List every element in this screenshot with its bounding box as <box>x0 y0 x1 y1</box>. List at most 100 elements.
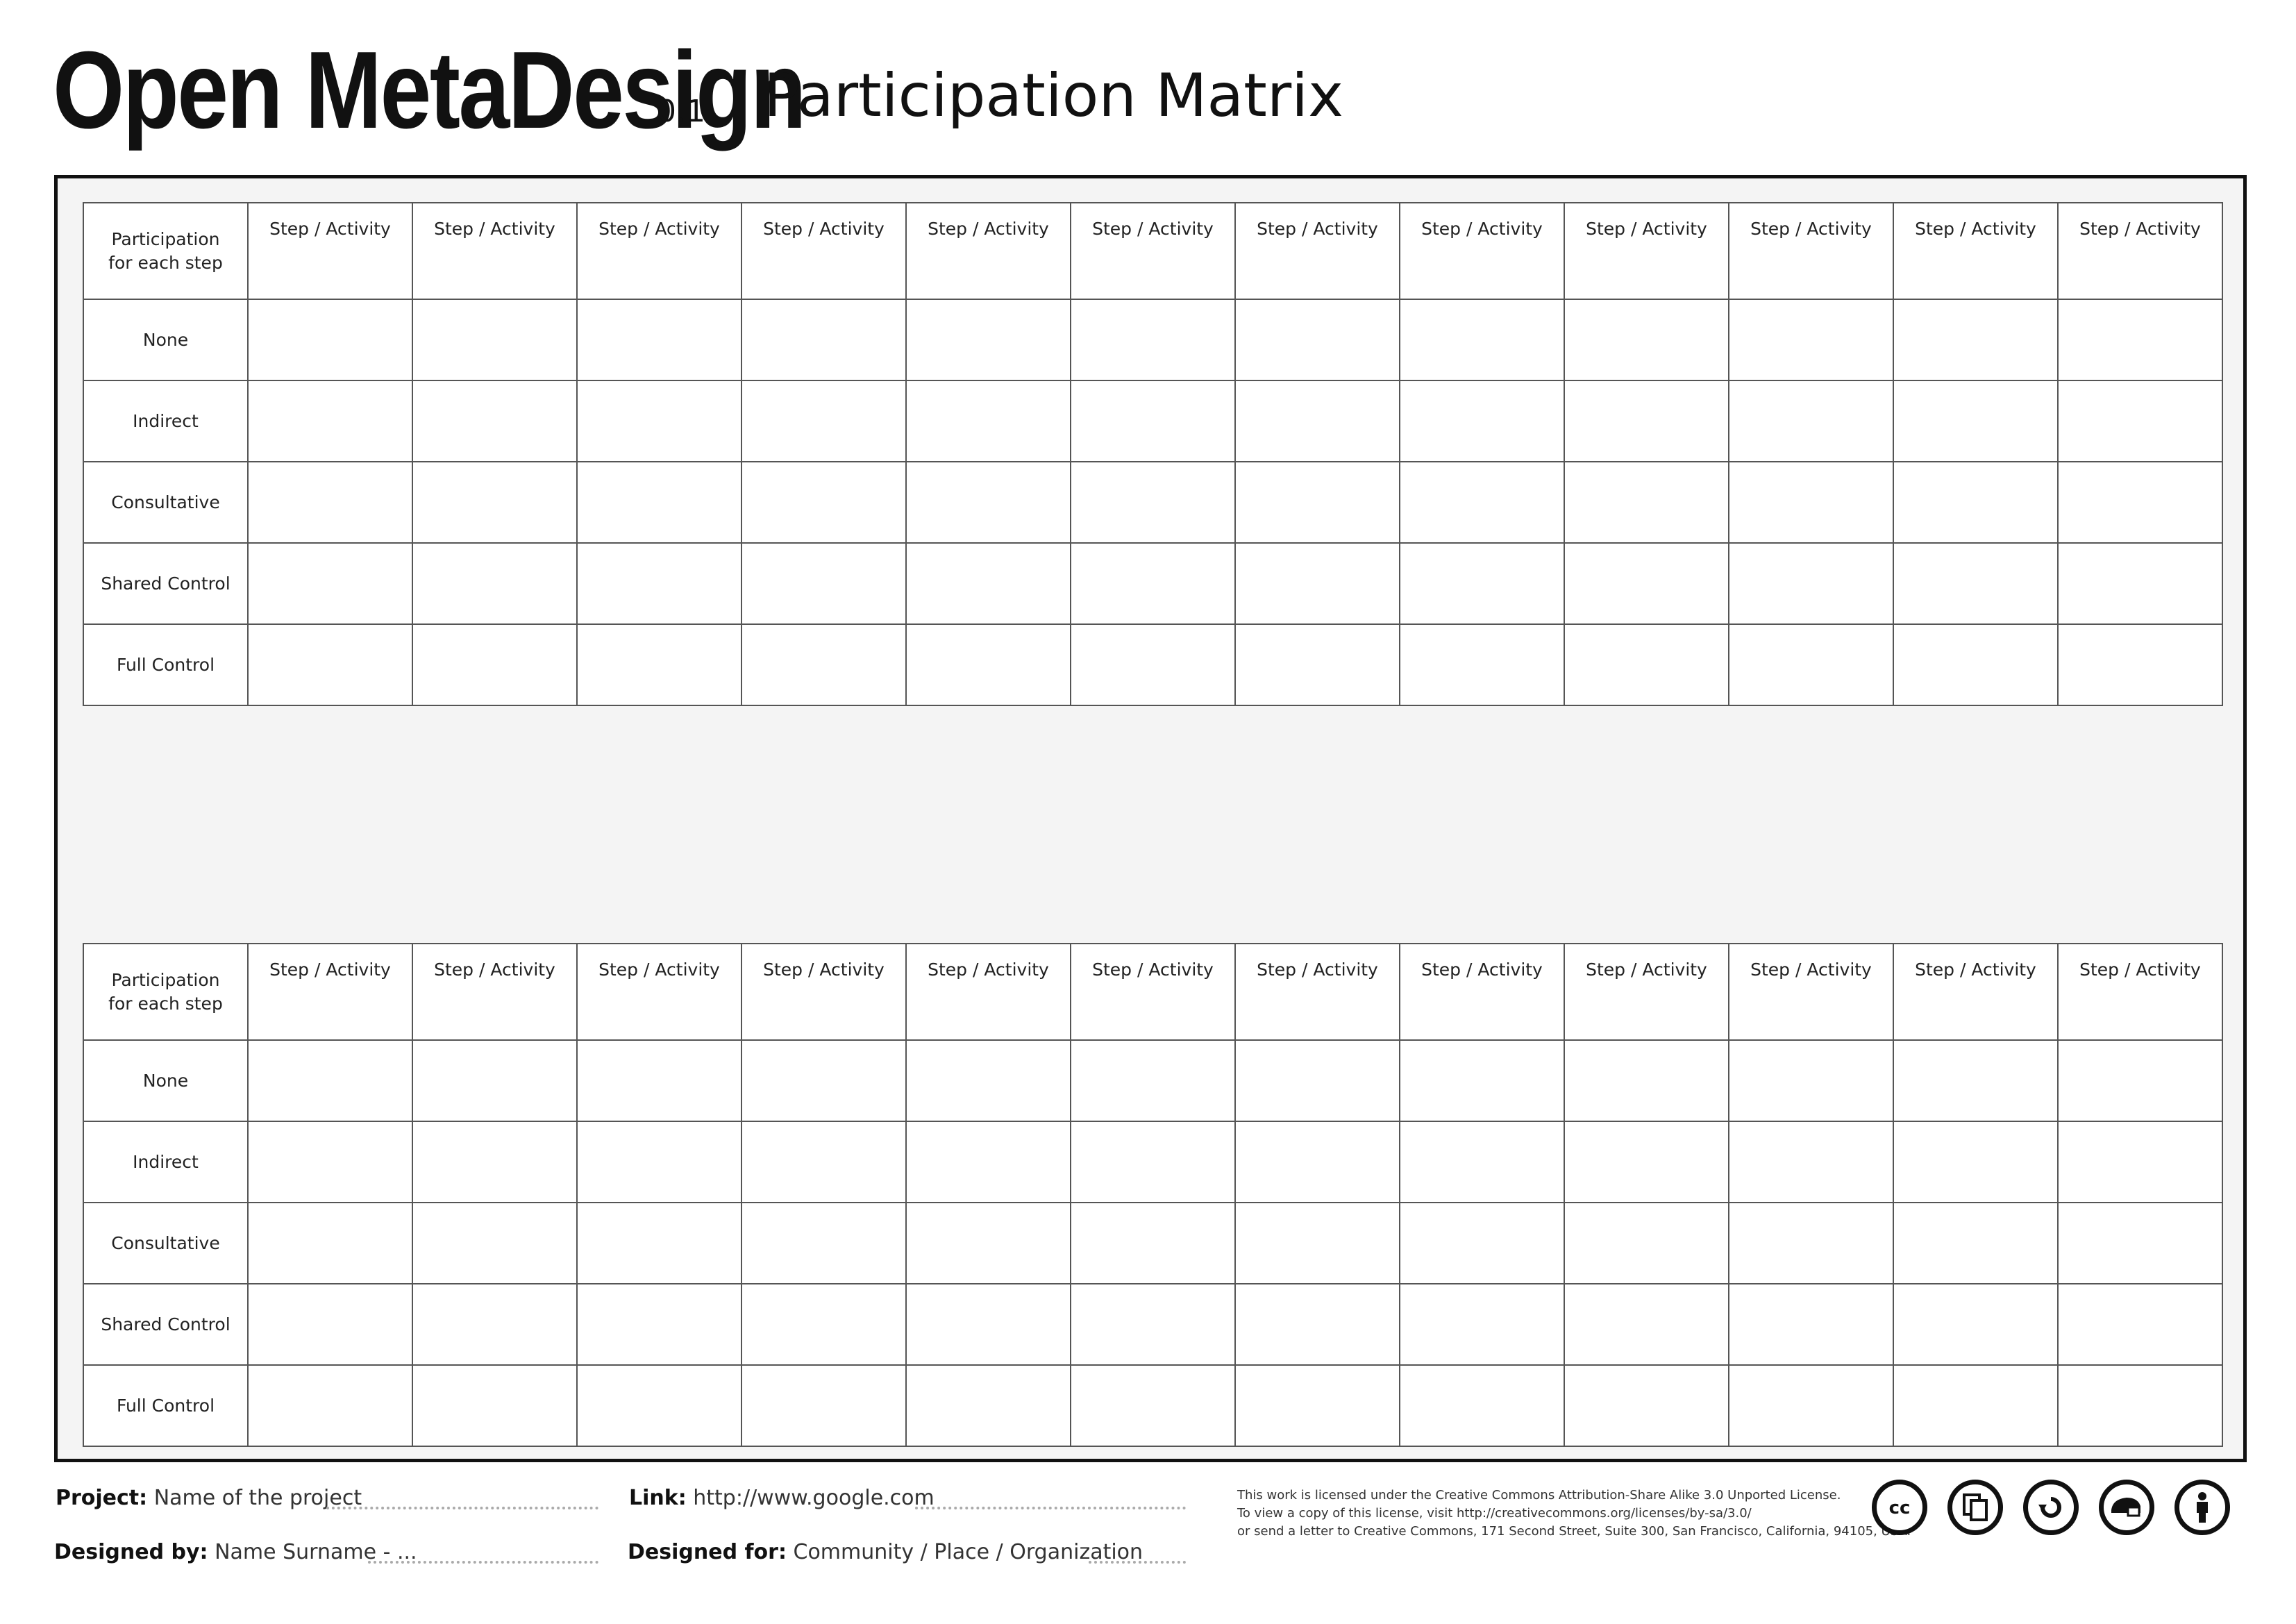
matrix-cell[interactable] <box>247 1121 413 1203</box>
step-header[interactable]: Step / Activity <box>576 943 742 1041</box>
matrix-cell[interactable] <box>2057 1121 2223 1203</box>
matrix-cell[interactable] <box>1070 1121 1236 1203</box>
matrix-cell[interactable] <box>905 1283 1071 1366</box>
matrix-cell[interactable] <box>576 623 742 706</box>
step-header[interactable]: Step / Activity <box>247 943 413 1041</box>
matrix-cell[interactable] <box>741 1039 907 1122</box>
matrix-cell[interactable] <box>1564 1202 1729 1284</box>
matrix-cell[interactable] <box>741 623 907 706</box>
matrix-cell[interactable] <box>1234 1283 1400 1366</box>
matrix-cell[interactable] <box>2057 542 2223 625</box>
matrix-cell[interactable] <box>741 1202 907 1284</box>
matrix-cell[interactable] <box>1728 299 1894 381</box>
step-header[interactable]: Step / Activity <box>2057 202 2223 300</box>
step-header[interactable]: Step / Activity <box>905 202 1071 300</box>
matrix-cell[interactable] <box>1234 380 1400 462</box>
matrix-cell[interactable] <box>1070 1364 1236 1447</box>
matrix-cell[interactable] <box>1399 542 1565 625</box>
matrix-cell[interactable] <box>1893 1121 2059 1203</box>
matrix-cell[interactable] <box>1234 623 1400 706</box>
matrix-cell[interactable] <box>1564 299 1729 381</box>
step-header[interactable]: Step / Activity <box>1234 202 1400 300</box>
matrix-cell[interactable] <box>1070 1039 1236 1122</box>
step-header[interactable]: Step / Activity <box>2057 943 2223 1041</box>
matrix-cell[interactable] <box>247 1283 413 1366</box>
link-value[interactable]: http://www.google.com <box>693 1486 935 1510</box>
matrix-cell[interactable] <box>247 1364 413 1447</box>
step-header[interactable]: Step / Activity <box>1399 202 1565 300</box>
matrix-cell[interactable] <box>1399 380 1565 462</box>
matrix-cell[interactable] <box>1564 542 1729 625</box>
matrix-cell[interactable] <box>576 299 742 381</box>
matrix-cell[interactable] <box>1564 623 1729 706</box>
matrix-cell[interactable] <box>741 542 907 625</box>
matrix-cell[interactable] <box>1893 1039 2059 1122</box>
matrix-cell[interactable] <box>1893 299 2059 381</box>
step-header[interactable]: Step / Activity <box>412 943 578 1041</box>
matrix-cell[interactable] <box>2057 299 2223 381</box>
matrix-cell[interactable] <box>1564 1283 1729 1366</box>
matrix-cell[interactable] <box>1234 299 1400 381</box>
matrix-cell[interactable] <box>905 380 1071 462</box>
matrix-cell[interactable] <box>576 1202 742 1284</box>
step-header[interactable]: Step / Activity <box>1070 202 1236 300</box>
matrix-cell[interactable] <box>1399 299 1565 381</box>
matrix-cell[interactable] <box>412 542 578 625</box>
matrix-cell[interactable] <box>576 1039 742 1122</box>
matrix-cell[interactable] <box>1234 1039 1400 1122</box>
matrix-cell[interactable] <box>412 1039 578 1122</box>
step-header[interactable]: Step / Activity <box>247 202 413 300</box>
matrix-cell[interactable] <box>905 299 1071 381</box>
link-field[interactable]: Link: http://www.google.com <box>629 1486 935 1510</box>
matrix-cell[interactable] <box>576 542 742 625</box>
matrix-cell[interactable] <box>905 542 1071 625</box>
matrix-cell[interactable] <box>1070 380 1236 462</box>
matrix-cell[interactable] <box>1564 461 1729 544</box>
matrix-cell[interactable] <box>1070 1283 1236 1366</box>
step-header[interactable]: Step / Activity <box>1564 202 1729 300</box>
matrix-cell[interactable] <box>576 461 742 544</box>
matrix-cell[interactable] <box>905 461 1071 544</box>
matrix-cell[interactable] <box>1893 461 2059 544</box>
matrix-cell[interactable] <box>247 1202 413 1284</box>
step-header[interactable]: Step / Activity <box>1893 943 2059 1041</box>
matrix-cell[interactable] <box>741 380 907 462</box>
matrix-cell[interactable] <box>1893 542 2059 625</box>
matrix-cell[interactable] <box>2057 1283 2223 1366</box>
project-field[interactable]: Project: Name of the project <box>56 1486 362 1510</box>
matrix-cell[interactable] <box>905 1039 1071 1122</box>
matrix-cell[interactable] <box>1234 542 1400 625</box>
matrix-cell[interactable] <box>1399 1364 1565 1447</box>
matrix-cell[interactable] <box>576 380 742 462</box>
matrix-cell[interactable] <box>2057 1202 2223 1284</box>
matrix-cell[interactable] <box>2057 1039 2223 1122</box>
matrix-cell[interactable] <box>741 1364 907 1447</box>
step-header[interactable]: Step / Activity <box>1893 202 2059 300</box>
matrix-cell[interactable] <box>2057 623 2223 706</box>
matrix-cell[interactable] <box>1234 1202 1400 1284</box>
matrix-cell[interactable] <box>1070 299 1236 381</box>
matrix-cell[interactable] <box>576 1283 742 1366</box>
matrix-cell[interactable] <box>247 461 413 544</box>
matrix-cell[interactable] <box>412 1202 578 1284</box>
step-header[interactable]: Step / Activity <box>741 202 907 300</box>
matrix-cell[interactable] <box>1728 542 1894 625</box>
matrix-cell[interactable] <box>1399 623 1565 706</box>
matrix-cell[interactable] <box>905 1202 1071 1284</box>
matrix-cell[interactable] <box>1728 1039 1894 1122</box>
matrix-cell[interactable] <box>1728 1283 1894 1366</box>
step-header[interactable]: Step / Activity <box>1728 943 1894 1041</box>
matrix-cell[interactable] <box>2057 461 2223 544</box>
matrix-cell[interactable] <box>1893 1202 2059 1284</box>
matrix-cell[interactable] <box>1234 1364 1400 1447</box>
step-header[interactable]: Step / Activity <box>1399 943 1565 1041</box>
matrix-cell[interactable] <box>1070 623 1236 706</box>
designed-for-field[interactable]: Designed for: Community / Place / Organi… <box>628 1540 1143 1564</box>
matrix-cell[interactable] <box>1893 1364 2059 1447</box>
matrix-cell[interactable] <box>741 461 907 544</box>
matrix-cell[interactable] <box>1728 1121 1894 1203</box>
matrix-cell[interactable] <box>1399 1121 1565 1203</box>
matrix-cell[interactable] <box>576 1121 742 1203</box>
matrix-cell[interactable] <box>1728 380 1894 462</box>
matrix-cell[interactable] <box>412 299 578 381</box>
